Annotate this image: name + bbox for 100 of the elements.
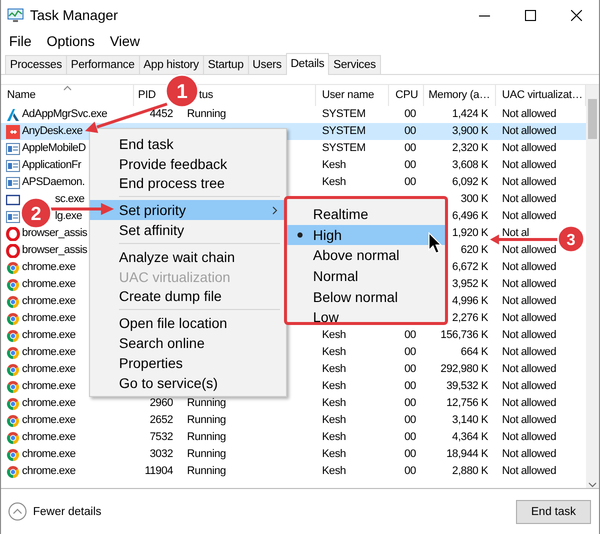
process-name: chrome.exe xyxy=(21,379,76,394)
table-cell: Not allowed xyxy=(502,193,556,205)
round-logo-icon xyxy=(6,464,20,478)
column-header[interactable]: CPU xyxy=(395,89,418,101)
table-cell: 00 xyxy=(404,448,416,460)
sort-caret-icon xyxy=(63,85,72,91)
table-cell: 4,364 K xyxy=(452,431,488,443)
tab[interactable]: App history xyxy=(138,55,204,74)
close-icon xyxy=(570,10,582,20)
menu-item[interactable]: Provide feedback xyxy=(90,154,286,174)
table-cell: Running xyxy=(187,448,226,460)
menu-item[interactable]: Set affinity xyxy=(90,220,286,240)
mouse-cursor-icon xyxy=(428,232,443,255)
round-logo-icon xyxy=(6,294,20,308)
table-cell: Running xyxy=(187,431,226,443)
column-header[interactable]: PID xyxy=(138,89,156,101)
table-cell: 00 xyxy=(404,431,416,443)
menu-item[interactable]: Open file location xyxy=(90,313,286,334)
table-cell: 00 xyxy=(404,108,416,120)
fewer-details-button[interactable]: Fewer details xyxy=(8,502,102,521)
table-cell: Not allowed xyxy=(502,363,556,375)
process-name: browser_assis xyxy=(21,226,88,241)
table-cell: 2960 xyxy=(150,397,173,409)
menu-item[interactable]: Properties xyxy=(90,352,286,373)
process-name: chrome.exe xyxy=(21,260,76,275)
round-logo-icon xyxy=(6,362,20,376)
table-cell: 00 xyxy=(404,159,416,171)
tab[interactable]: Startup xyxy=(202,55,249,74)
menu-item[interactable]: Search online xyxy=(90,333,286,353)
menu-item[interactable]: Create dump file xyxy=(90,286,286,306)
round-logo-icon xyxy=(6,328,20,342)
process-name: chrome.exe xyxy=(21,277,76,292)
window-icon xyxy=(6,176,20,190)
table-cell: Kesh xyxy=(322,380,346,392)
collapse-icon xyxy=(8,502,27,521)
process-name: chrome.exe xyxy=(21,396,76,411)
table-cell: 664 K xyxy=(460,346,488,358)
process-name: chrome.exe xyxy=(21,328,76,343)
table-cell: 2,880 K xyxy=(452,465,488,477)
end-task-button[interactable]: End task xyxy=(516,500,591,524)
scrollbar-thumb[interactable] xyxy=(588,99,597,139)
column-header[interactable]: UAC virtualizat… xyxy=(502,89,583,101)
table-cell: Not allowed xyxy=(502,329,556,341)
round-logo-icon xyxy=(6,396,20,410)
table-cell: 2,276 K xyxy=(452,312,488,324)
process-name: chrome.exe xyxy=(21,447,76,462)
table-cell: Not allowed xyxy=(502,159,556,171)
table-cell: 3,608 K xyxy=(452,159,488,171)
table-cell: 620 K xyxy=(460,244,488,256)
menu-item[interactable]: Below normal xyxy=(287,286,445,307)
round-logo-icon xyxy=(6,380,20,394)
table-cell: Not allowed xyxy=(502,244,556,256)
table-cell: Kesh xyxy=(322,176,346,188)
task-manager-icon xyxy=(7,8,24,22)
column-header[interactable]: Memory (a… xyxy=(428,89,490,101)
table-cell: 39,532 K xyxy=(446,380,488,392)
column-header[interactable]: User name xyxy=(322,89,374,101)
menu-item[interactable]: High xyxy=(287,224,445,246)
table-cell: Not allowed xyxy=(502,346,556,358)
menu-item[interactable]: Options xyxy=(42,33,100,49)
menu-item[interactable]: File xyxy=(4,33,37,49)
table-cell: Not allowed xyxy=(502,448,556,460)
table-cell: 00 xyxy=(404,465,416,477)
tab[interactable]: Details xyxy=(286,53,330,75)
menu-item[interactable]: Normal xyxy=(287,266,445,286)
table-cell: 156,736 K xyxy=(440,329,488,341)
window-icon xyxy=(6,158,20,172)
process-name: lg.exe xyxy=(54,209,82,224)
table-cell: Running xyxy=(187,397,226,409)
table-cell: 11904 xyxy=(144,465,173,477)
table-cell: Not allowed xyxy=(502,176,556,188)
menu-item[interactable]: View xyxy=(104,33,145,49)
table-cell: 300 K xyxy=(460,193,488,205)
table-cell: Kesh xyxy=(322,414,346,426)
menu-item[interactable]: Analyze wait chain xyxy=(90,246,286,267)
tab[interactable]: Services xyxy=(328,55,381,74)
menu-item[interactable]: Realtime xyxy=(287,204,445,225)
process-name: chrome.exe xyxy=(21,430,76,445)
table-cell: 1,920 K xyxy=(452,227,488,239)
table-cell: 2652 xyxy=(150,414,173,426)
tab[interactable]: Users xyxy=(248,55,287,74)
tab[interactable]: Performance xyxy=(66,55,140,74)
table-cell: Not allowed xyxy=(502,125,556,137)
table-cell: 6,672 K xyxy=(452,261,488,273)
round-logo-icon xyxy=(6,278,20,292)
column-header[interactable]: tus xyxy=(199,89,214,101)
round-logo-icon xyxy=(6,448,20,462)
scroll-down-icon[interactable] xyxy=(588,482,597,488)
round-logo-icon xyxy=(6,260,20,274)
table-cell: Running xyxy=(187,465,226,477)
table-cell: 2,320 K xyxy=(452,142,488,154)
tab[interactable]: Processes xyxy=(5,55,67,74)
menu-item[interactable]: Go to service(s) xyxy=(90,372,286,393)
menu-item[interactable]: Above normal xyxy=(287,245,445,266)
process-name: AdAppMgrSvc.exe xyxy=(21,107,108,122)
menu-item[interactable]: End process tree xyxy=(90,174,286,194)
process-name: chrome.exe xyxy=(21,345,76,360)
table-cell: Running xyxy=(187,108,226,120)
column-header[interactable]: Name xyxy=(7,89,36,101)
menu-item[interactable]: Set priority xyxy=(90,200,286,220)
